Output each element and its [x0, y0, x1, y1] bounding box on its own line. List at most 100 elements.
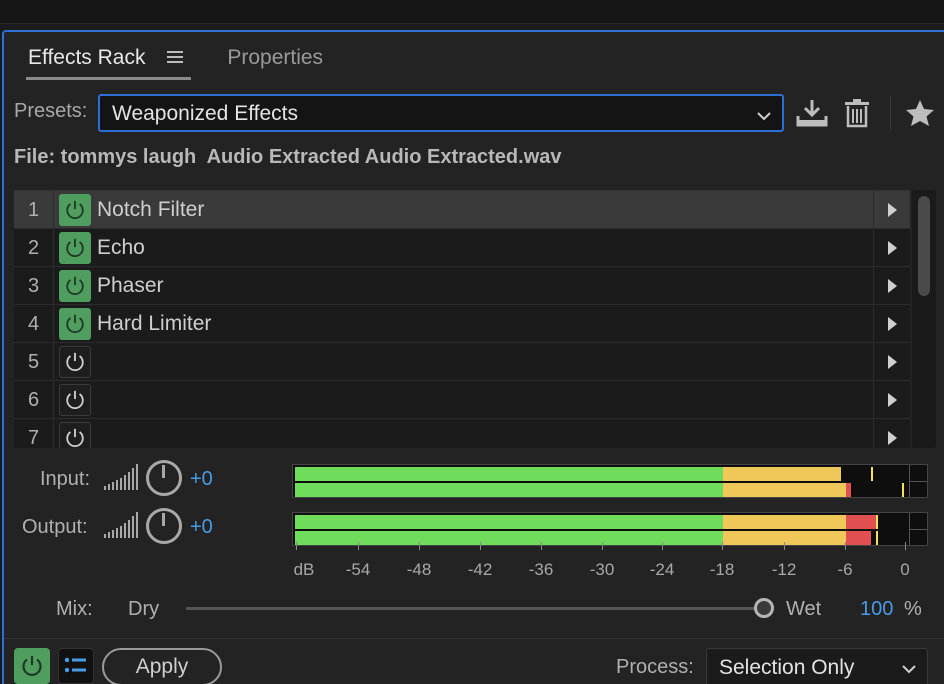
rack-slot-effect-name[interactable]: Hard Limiter	[97, 305, 874, 342]
input-label: Input:	[40, 468, 91, 490]
master-power-button[interactable]	[14, 648, 50, 684]
rack-slot[interactable]: 3 Phaser	[14, 267, 910, 305]
db-scale: dB -54 -48 -42 -36 -30 -24 -18 -12 -6 0	[292, 542, 928, 582]
rack-slot-power-button[interactable]	[59, 307, 91, 340]
power-icon	[66, 238, 84, 257]
list-view-button[interactable]	[58, 648, 94, 684]
top-strip	[0, 0, 944, 24]
scale-tick-label: -48	[406, 560, 432, 579]
output-gain-value: +0	[190, 516, 213, 538]
rack-slot[interactable]: 4 Hard Limiter	[14, 305, 910, 343]
power-icon	[66, 276, 84, 295]
meter-peak-marker	[871, 467, 874, 481]
input-gain-knob[interactable]	[146, 460, 182, 496]
output-level-bars-icon	[104, 512, 138, 538]
rack-slot-power-button[interactable]	[59, 383, 91, 416]
rack-slot-power-button[interactable]	[59, 231, 91, 264]
scale-tick	[722, 542, 723, 550]
chevron-down-icon	[756, 106, 772, 130]
rack-slot-effect-name[interactable]: Notch Filter	[97, 191, 874, 228]
rack-slot[interactable]: 2 Echo	[14, 229, 910, 267]
dry-label: Dry	[128, 598, 160, 620]
scale-tick-label: -30	[589, 560, 615, 579]
rack-slot-effect-name[interactable]: Phaser	[97, 267, 874, 304]
meter-channel	[295, 483, 907, 497]
rack-slot[interactable]: 5	[14, 343, 910, 381]
rack-slot[interactable]: 6	[14, 381, 910, 419]
tab-effects-rack-label: Effects Rack	[28, 46, 146, 69]
power-icon	[66, 390, 84, 409]
scale-tick-label: -36	[528, 560, 554, 579]
rack-slot-number: 3	[14, 267, 54, 304]
scale-tick	[358, 542, 359, 550]
rack-slot-effect-name[interactable]	[97, 381, 874, 418]
triangle-right-icon	[888, 430, 897, 445]
triangle-right-icon	[888, 278, 897, 293]
rack-slot-power-button[interactable]	[59, 421, 91, 448]
rack-slot-menu-button[interactable]	[874, 305, 910, 342]
rack-slot[interactable]: 7	[14, 419, 910, 448]
rack-slot-power-button[interactable]	[59, 193, 91, 226]
scale-tick-label: -42	[467, 560, 493, 579]
apply-button[interactable]: Apply	[102, 648, 222, 684]
rack-slot-effect-name[interactable]: Echo	[97, 229, 874, 266]
rack-scrollbar-thumb[interactable]	[918, 196, 930, 296]
input-level-bars-icon	[104, 464, 138, 490]
tab-effects-rack[interactable]: Effects Rack	[26, 44, 192, 81]
rack-slot-menu-button[interactable]	[874, 267, 910, 304]
rack-slot-number: 4	[14, 305, 54, 342]
rack-slot-menu-button[interactable]	[874, 229, 910, 266]
triangle-right-icon	[888, 354, 897, 369]
meter-red-segment	[845, 515, 877, 529]
rack-scrollbar[interactable]	[912, 190, 936, 448]
scale-tick	[541, 542, 542, 550]
hamburger-menu-icon[interactable]	[167, 46, 184, 70]
scale-tick	[845, 542, 846, 550]
tab-properties[interactable]: Properties	[225, 44, 327, 80]
input-level-meter	[292, 464, 928, 498]
meter-yellow-segment	[723, 515, 846, 529]
rack-slot-menu-button[interactable]	[874, 419, 910, 448]
triangle-right-icon	[888, 316, 897, 331]
list-icon	[64, 657, 86, 673]
rack-slot-power-button[interactable]	[59, 345, 91, 378]
clip-indicator[interactable]	[909, 513, 927, 545]
rack-slot-menu-button[interactable]	[874, 191, 910, 228]
rack-slot-menu-button[interactable]	[874, 343, 910, 380]
meter-green-segment	[295, 483, 724, 497]
meter-yellow-segment	[723, 467, 841, 481]
scale-tick-label: -24	[649, 560, 675, 579]
power-icon	[66, 352, 84, 371]
clip-indicator[interactable]	[909, 465, 927, 497]
scale-tick-label: -18	[709, 560, 735, 579]
trash-icon[interactable]	[840, 96, 874, 130]
meter-green-segment	[295, 515, 724, 529]
mix-value[interactable]: 100	[860, 598, 893, 621]
rack-slot-power-button[interactable]	[59, 269, 91, 302]
tab-properties-label: Properties	[227, 46, 324, 69]
rack-slot[interactable]: 1 Notch Filter	[14, 191, 910, 229]
input-gain-value: +0	[190, 468, 213, 490]
meter-channel	[295, 515, 907, 529]
favorite-star-icon[interactable]	[902, 96, 938, 130]
rack-slot-effect-name[interactable]	[97, 343, 874, 380]
file-name-label: File: tommys laugh Audio Extracted Audio…	[14, 146, 562, 168]
meter-red-segment	[845, 483, 851, 497]
save-preset-icon[interactable]	[794, 96, 830, 130]
rack-slot-effect-name[interactable]	[97, 419, 874, 448]
scale-tick	[784, 542, 785, 550]
scale-tick-label: 0	[900, 560, 910, 579]
mix-slider-thumb[interactable]	[754, 598, 774, 618]
rack-slot-menu-button[interactable]	[874, 381, 910, 418]
scale-tick	[905, 542, 906, 550]
triangle-right-icon	[888, 202, 897, 217]
process-dropdown[interactable]: Selection Only	[706, 648, 928, 684]
scale-tick	[419, 542, 420, 550]
meter-green-segment	[295, 467, 724, 481]
presets-dropdown[interactable]: Weaponized Effects	[98, 94, 784, 132]
output-gain-knob[interactable]	[146, 508, 182, 544]
mix-slider-track[interactable]	[186, 607, 756, 610]
power-icon	[66, 314, 84, 333]
scale-tick-label: dB	[293, 560, 315, 579]
presets-label: Presets:	[14, 100, 88, 122]
